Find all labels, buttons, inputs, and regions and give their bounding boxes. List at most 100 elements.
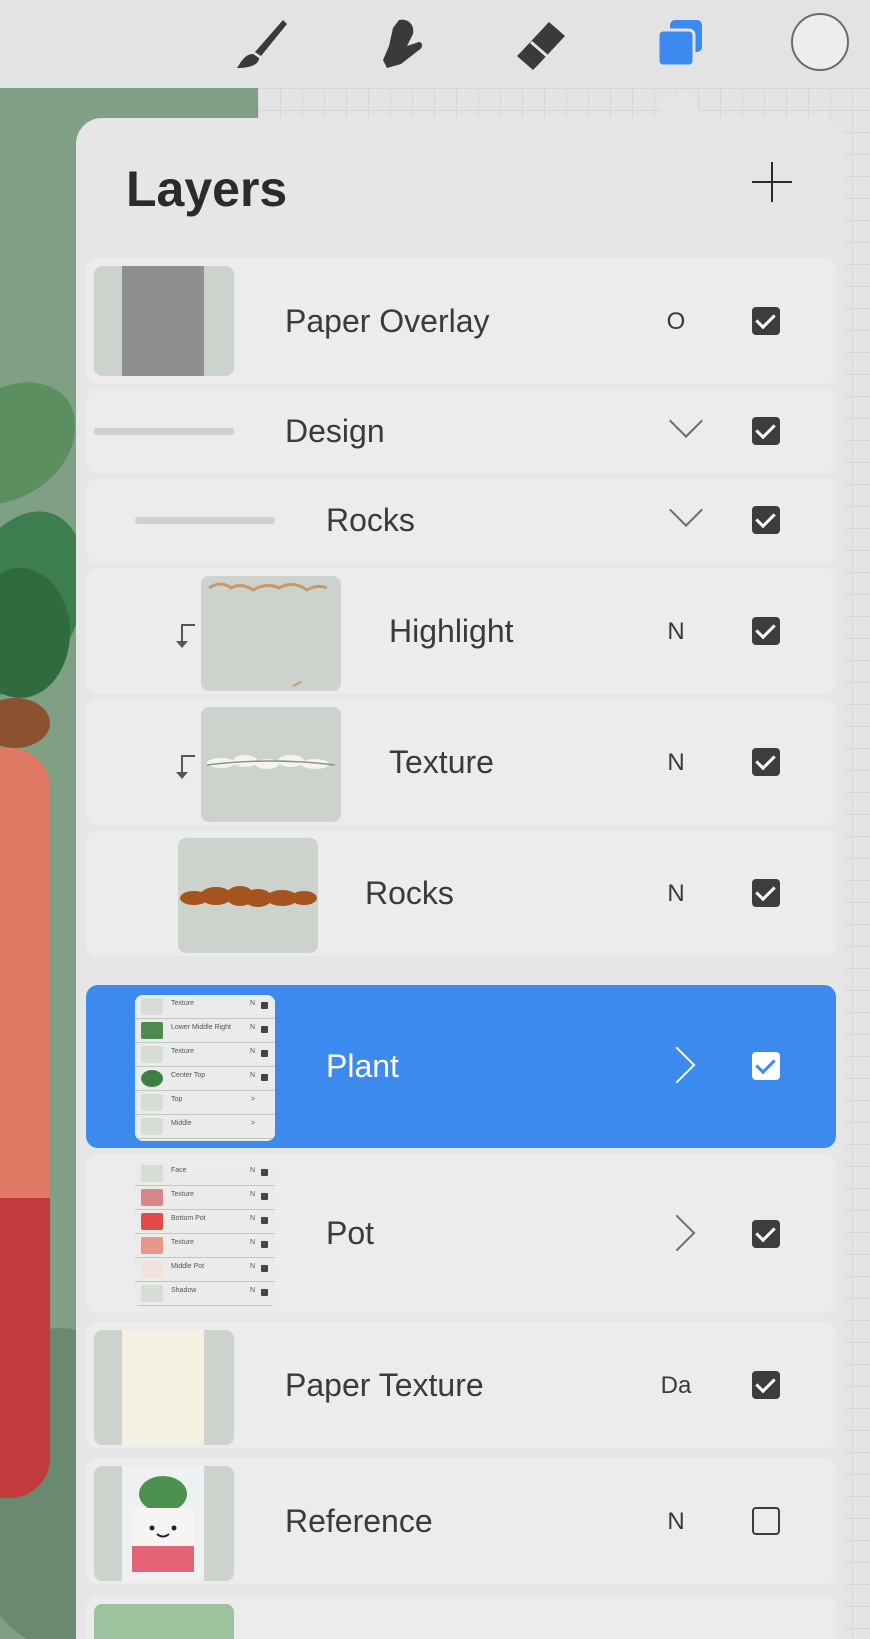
blend-mode[interactable]: N [656, 618, 696, 646]
preview-thumb [141, 1022, 163, 1039]
preview-checkbox [261, 1193, 268, 1200]
preview-name: Shadow [171, 1287, 197, 1294]
panel-title: Layers [126, 161, 288, 217]
visibility-checkbox[interactable] [752, 1220, 780, 1248]
layer-thumbnail [201, 576, 341, 691]
smudge-icon[interactable] [371, 14, 431, 74]
group-row[interactable]: Face N Texture N Bottom Pot N Texture N Midd… [86, 1154, 836, 1313]
preview-checkbox [261, 1289, 268, 1296]
preview-row: Texture N [135, 1234, 275, 1258]
preview-thumb [141, 998, 163, 1015]
preview-checkbox [261, 1002, 268, 1009]
preview-blend: N [249, 1048, 255, 1055]
preview-name: Texture [171, 1000, 194, 1007]
preview-row: Bottom Pot N [135, 1210, 275, 1234]
preview-row: Middle > [135, 1115, 275, 1139]
preview-thumb [141, 1189, 163, 1206]
preview-row: Top > [135, 1091, 275, 1115]
visibility-checkbox[interactable] [752, 307, 780, 335]
visibility-checkbox[interactable] [752, 748, 780, 776]
color-well[interactable] [791, 13, 849, 71]
brush-icon[interactable] [231, 14, 291, 74]
popover-arrow [654, 92, 706, 118]
layer-row[interactable]: Paper Texture Da [86, 1322, 836, 1448]
visibility-checkbox[interactable] [752, 1052, 780, 1080]
layer-name: Plant [326, 1048, 399, 1084]
chevron-right-icon[interactable] [658, 1046, 696, 1084]
blend-mode[interactable]: O [656, 308, 696, 336]
layer-thumbnail [178, 838, 318, 953]
visibility-checkbox[interactable] [752, 1507, 780, 1535]
layer-thumbnail [94, 266, 234, 376]
clipping-mask-icon [176, 624, 195, 648]
preview-thumb [141, 1094, 163, 1111]
blend-mode[interactable]: N [656, 880, 696, 908]
layer-name: Texture [389, 744, 494, 780]
reference-photo [122, 1466, 204, 1581]
layer-thumbnail [94, 1330, 234, 1445]
layer-thumbnail [94, 1604, 234, 1639]
visibility-checkbox[interactable] [752, 417, 780, 445]
chevron-right-icon[interactable] [658, 1214, 696, 1252]
preview-blend: N [249, 1024, 255, 1031]
chevron-down-icon[interactable] [669, 493, 703, 527]
preview-thumb [141, 1261, 163, 1278]
preview-row: Shadow N [135, 1282, 275, 1306]
layer-row[interactable]: Reference N [86, 1458, 836, 1584]
layer-row[interactable]: Highlight N [86, 568, 836, 694]
artwork-pot-bottom [0, 1198, 50, 1498]
preview-blend: > [250, 1096, 255, 1103]
preview-name: Middle Pot [171, 1263, 205, 1270]
preview-thumb [141, 1285, 163, 1302]
preview-name: Bottom Pot [171, 1215, 206, 1222]
layer-row[interactable] [86, 1596, 836, 1639]
layer-thumbnail [201, 707, 341, 822]
preview-thumb [141, 1070, 163, 1087]
group-row[interactable]: Design [86, 389, 836, 473]
preview-thumb [141, 1165, 163, 1182]
layer-thumbnail [94, 1466, 234, 1581]
visibility-checkbox[interactable] [752, 617, 780, 645]
preview-row: Middle Pot N [135, 1258, 275, 1282]
preview-blend: > [250, 1120, 255, 1127]
preview-row: Texture N [135, 1186, 275, 1210]
layer-name: Paper Texture [285, 1367, 484, 1403]
preview-checkbox [261, 1241, 268, 1248]
preview-row: Face N [135, 1162, 275, 1186]
preview-thumb [141, 1118, 163, 1135]
preview-name: Center Top [171, 1072, 206, 1079]
preview-thumb [141, 1046, 163, 1063]
visibility-checkbox[interactable] [752, 879, 780, 907]
preview-blend: N [249, 1167, 255, 1174]
preview-blend: N [249, 1072, 255, 1079]
layer-row[interactable]: Texture N [86, 699, 836, 825]
group-row-selected[interactable]: Texture N Lower Middle Right N Texture N Ce… [86, 985, 836, 1148]
layer-name: Pot [326, 1215, 375, 1251]
top-toolbar [0, 0, 870, 88]
preview-row: Texture N [135, 995, 275, 1019]
preview-checkbox [261, 1050, 268, 1057]
chevron-down-icon[interactable] [669, 404, 703, 438]
layer-row[interactable]: Rocks N [86, 830, 836, 956]
visibility-checkbox[interactable] [752, 1371, 780, 1399]
visibility-checkbox[interactable] [752, 506, 780, 534]
layer-name: Paper Overlay [285, 303, 490, 339]
layer-name: Highlight [389, 613, 514, 649]
layer-row[interactable]: Paper Overlay O [86, 258, 836, 384]
blend-mode[interactable]: N [656, 749, 696, 777]
add-layer-button[interactable] [752, 162, 792, 202]
layer-name: Design [285, 413, 385, 449]
preview-thumb [141, 1213, 163, 1230]
preview-thumb [141, 1237, 163, 1254]
blend-mode[interactable]: N [656, 1508, 696, 1536]
layers-icon[interactable] [650, 14, 710, 74]
preview-checkbox [261, 1169, 268, 1176]
blend-mode[interactable]: Da [656, 1372, 696, 1400]
preview-checkbox [261, 1026, 268, 1033]
eraser-icon[interactable] [511, 14, 571, 74]
preview-name: Texture [171, 1048, 194, 1055]
group-preview: Texture N Lower Middle Right N Texture N Ce… [135, 995, 275, 1141]
clipping-mask-icon [176, 755, 195, 779]
group-row[interactable]: Rocks [86, 478, 836, 563]
preview-name: Face [171, 1167, 187, 1174]
